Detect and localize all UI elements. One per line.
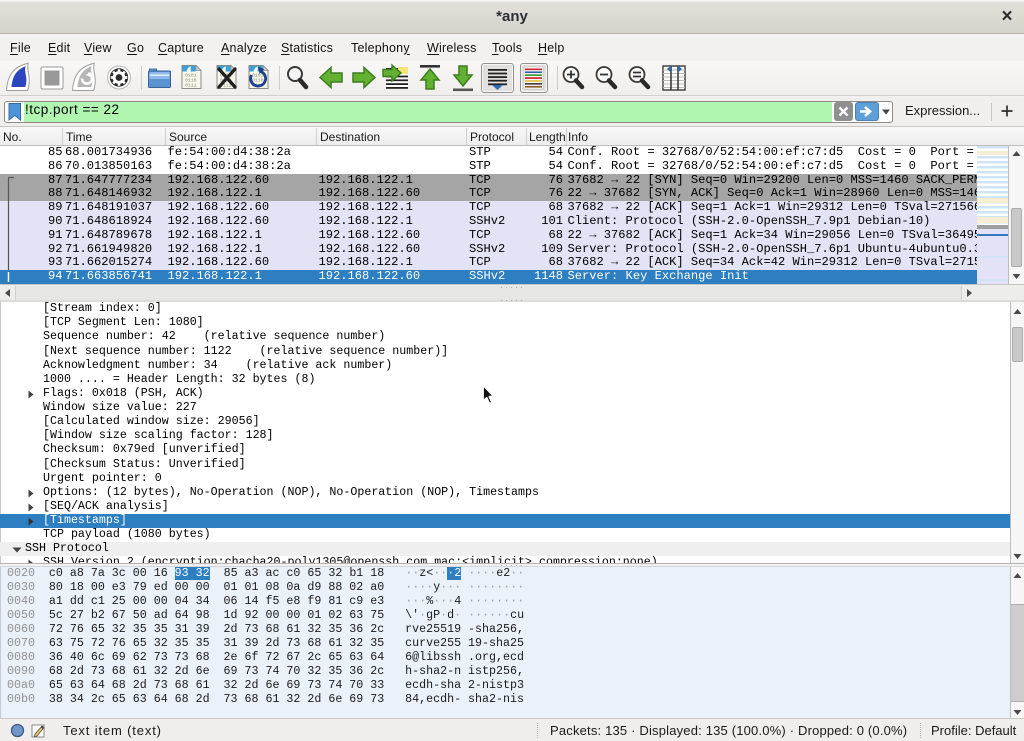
svg-text:0111: 0111 [185,83,197,89]
